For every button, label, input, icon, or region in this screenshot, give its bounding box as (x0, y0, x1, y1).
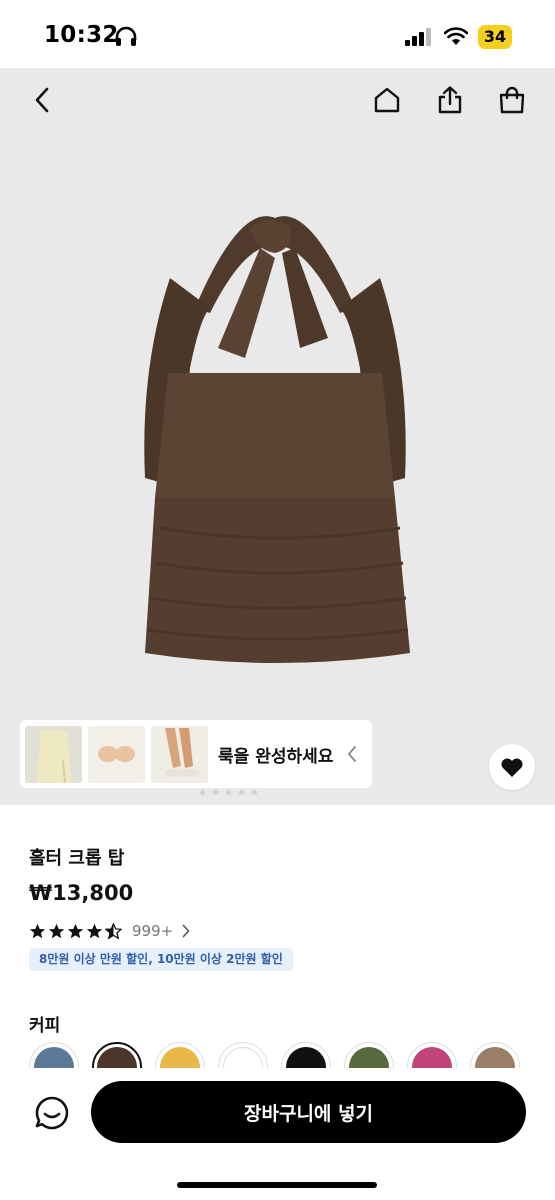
review-count: 999+ (132, 922, 174, 940)
battery-badge: 34 (478, 25, 512, 49)
share-button[interactable] (430, 80, 470, 120)
gallery-dot (226, 790, 231, 795)
promo-badge[interactable]: 8만원 이상 만원 할인, 10만원 이상 2만원 할인 (29, 948, 293, 971)
star-icon (48, 923, 65, 938)
product-title: 홀터 크롭 탑 (29, 848, 125, 869)
product-price: ₩13,800 (29, 881, 134, 905)
star-icon (86, 923, 103, 938)
chat-icon (35, 1096, 69, 1130)
star-icon (67, 923, 84, 938)
complete-the-look[interactable]: 룩을 완성하세요 (20, 720, 372, 788)
look-thumbnail-skirt[interactable] (25, 725, 82, 783)
star-half-icon (105, 922, 122, 940)
color-label: 커피 (29, 1016, 61, 1036)
color-swatch[interactable] (218, 1042, 268, 1071)
shopping-bag-icon (499, 86, 525, 114)
color-swatch[interactable] (407, 1042, 457, 1071)
wishlist-button[interactable] (489, 744, 535, 790)
look-label: 룩을 완성하세요 (218, 746, 334, 767)
color-swatch[interactable] (29, 1042, 79, 1071)
chevron-right-icon (182, 924, 190, 938)
product-gallery[interactable]: 룩을 완성하세요 (0, 68, 555, 805)
signal-icon (405, 28, 431, 46)
status-bar: 10:32 34 (0, 0, 555, 68)
shopping-bag-button[interactable] (492, 80, 532, 120)
heart-icon (501, 758, 523, 777)
nipple-cover-image (88, 725, 145, 783)
look-thumbnail-nipple-cover[interactable] (88, 725, 145, 783)
gallery-dots (200, 790, 257, 795)
share-icon (438, 86, 462, 114)
gallery-dot (200, 790, 205, 795)
skirt-image (25, 725, 82, 783)
home-button[interactable] (367, 80, 407, 120)
home-icon (374, 87, 400, 113)
gallery-dot (252, 790, 257, 795)
color-swatch[interactable] (155, 1042, 205, 1071)
color-swatch[interactable] (470, 1042, 520, 1071)
gallery-dot (213, 790, 218, 795)
color-swatch[interactable] (344, 1042, 394, 1071)
back-button[interactable] (22, 80, 62, 120)
rating-row[interactable]: 999+ (29, 920, 190, 942)
look-thumbnail-sandals[interactable] (151, 725, 208, 783)
color-swatch[interactable] (92, 1042, 142, 1071)
star-icon (29, 923, 46, 938)
bottom-action-bar: 장바구니에 넣기 (0, 1068, 555, 1200)
chevron-left-icon[interactable] (347, 745, 357, 763)
color-swatch[interactable] (281, 1042, 331, 1071)
status-time: 10:32 (44, 22, 119, 48)
wifi-icon (444, 27, 468, 45)
chevron-left-icon (35, 87, 49, 113)
add-to-cart-button[interactable]: 장바구니에 넣기 (91, 1081, 526, 1143)
sandals-image (151, 725, 208, 783)
gallery-dot (239, 790, 244, 795)
chat-button[interactable] (32, 1093, 72, 1133)
product-image (144, 216, 410, 663)
headphones-icon (115, 26, 137, 46)
color-swatches (29, 1041, 529, 1071)
home-indicator (177, 1182, 377, 1188)
